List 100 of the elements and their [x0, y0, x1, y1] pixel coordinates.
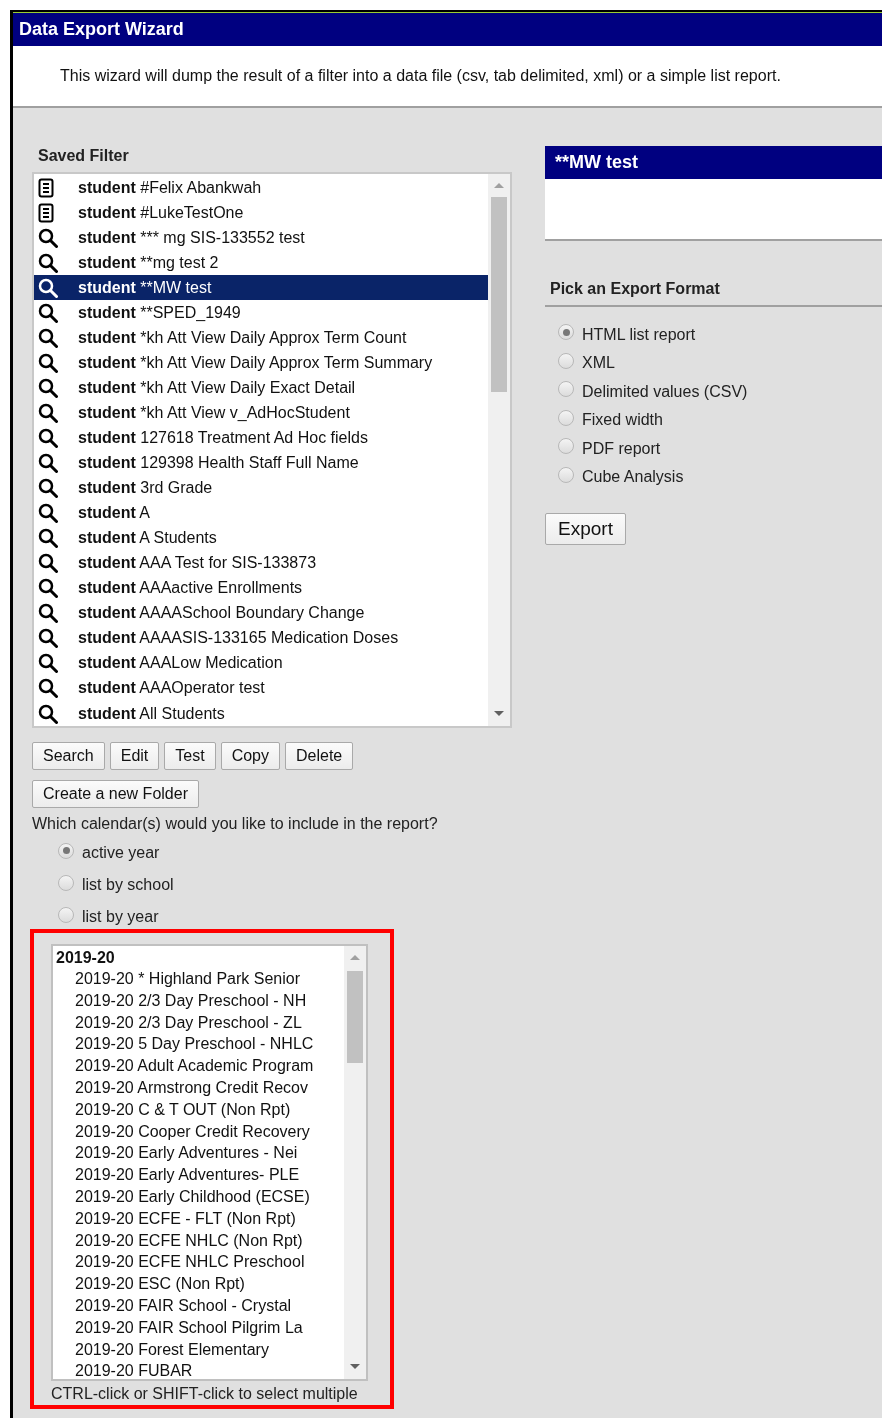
search-icon	[38, 478, 58, 499]
filter-list-item[interactable]: student **MW test	[34, 275, 488, 301]
calendar-option[interactable]: 2019-20 5 Day Preschool - NHLC	[53, 1033, 344, 1056]
scroll-down-icon[interactable]	[349, 1363, 361, 1371]
calendar-group[interactable]: 2019-20	[53, 947, 344, 968]
scroll-up-icon[interactable]	[493, 181, 505, 189]
section-heading: Pick an Export Format	[550, 280, 720, 297]
search-icon	[38, 678, 58, 699]
calendar-option[interactable]: 2019-20 Early Childhood (ECSE)	[53, 1185, 344, 1208]
radio-button[interactable]	[58, 874, 74, 891]
search-icon	[38, 377, 58, 398]
filter-list-item[interactable]: student #LukeTestOne	[34, 200, 488, 226]
radio-button[interactable]	[558, 466, 574, 483]
search-icon	[38, 227, 58, 248]
filter-list[interactable]	[32, 172, 512, 728]
search-icon	[38, 402, 58, 423]
calendar-option[interactable]: 2019-20 2/3 Day Preschool - NH	[53, 989, 344, 1012]
radio-button[interactable]	[558, 324, 574, 340]
filter-list-item[interactable]: student AAALow Medication	[34, 650, 488, 676]
calendar-option[interactable]: 2019-20 Adult Academic Program	[53, 1055, 344, 1077]
filter-list-item[interactable]: student AAAASIS-133165 Medication Doses	[34, 625, 488, 651]
search-icon	[38, 352, 58, 373]
calendar-option[interactable]: 2019-20 FAIR School - Crystal	[53, 1294, 344, 1317]
radio-label: Cube Analysis	[582, 467, 684, 488]
button[interactable]: Delete	[285, 742, 354, 770]
filter-list-item[interactable]: student 129398 Health Staff Full Name	[34, 450, 488, 476]
scrollbar-thumb[interactable]	[347, 971, 363, 1063]
calendar-option[interactable]: 2019-20 FUBAR	[53, 1360, 344, 1379]
radio-label: list by year	[82, 907, 159, 927]
radio-label: XML	[582, 353, 615, 374]
radio-label: HTML list report	[582, 324, 696, 345]
search-icon	[38, 603, 58, 624]
search-icon	[38, 252, 58, 273]
search-icon	[38, 302, 58, 323]
filter-list-item[interactable]: student **SPED_1949	[34, 300, 488, 326]
scrollbar[interactable]	[488, 174, 510, 726]
radio-label: PDF report	[582, 438, 661, 459]
search-icon	[38, 528, 58, 549]
scrollbar[interactable]	[344, 946, 366, 1379]
calendar-option[interactable]: 2019-20 Early Adventures - Nei	[53, 1142, 344, 1165]
search-icon	[38, 703, 58, 724]
calendar-option[interactable]: 2019-20 Forest Elementary	[53, 1338, 344, 1361]
button[interactable]: Create a new Folder	[32, 780, 199, 808]
calendar-option[interactable]: 2019-20 Early Adventures- PLE	[53, 1164, 344, 1186]
filter-list-item[interactable]: student A	[34, 500, 488, 526]
filter-list-item[interactable]: student *kh Att View Daily Approx Term Count	[34, 325, 488, 351]
radio-button[interactable]	[58, 906, 74, 923]
radio-button[interactable]	[558, 381, 574, 398]
calendar-option[interactable]: 2019-20 Cooper Credit Recovery	[53, 1120, 344, 1143]
filter-list-item[interactable]: student *kh Att View v_AdHocStudent	[34, 400, 488, 426]
scrollbar-thumb[interactable]	[491, 197, 507, 392]
search-icon	[38, 503, 58, 524]
filter-list-item[interactable]: student AAAASchool Boundary Change	[34, 600, 488, 626]
button[interactable]: Search	[32, 742, 105, 770]
calendar-option[interactable]: 2019-20 FAIR School Pilgrim La	[53, 1316, 344, 1339]
calendar-option[interactable]: 2019-20 ECFE - FLT (Non Rpt)	[53, 1207, 344, 1230]
filter-list-item[interactable]: student **mg test 2	[34, 250, 488, 276]
scroll-up-icon[interactable]	[349, 953, 361, 961]
calendar-option[interactable]: 2019-20 C & T OUT (Non Rpt)	[53, 1098, 344, 1121]
search-icon	[38, 553, 58, 574]
search-icon	[38, 327, 58, 348]
scroll-down-icon[interactable]	[493, 710, 505, 718]
radio-label: list by school	[82, 875, 174, 895]
filter-list-item[interactable]: student 3rd Grade	[34, 475, 488, 501]
calendar-option[interactable]: 2019-20 ESC (Non Rpt)	[53, 1273, 344, 1295]
search-icon	[38, 277, 58, 298]
radio-button[interactable]	[558, 438, 574, 455]
radio-button[interactable]	[558, 409, 574, 426]
filter-list-item[interactable]: student *** mg SIS-133552 test	[34, 225, 488, 251]
filter-list-item[interactable]: student All Students	[34, 701, 488, 727]
filter-list-item[interactable]: student #Felix Abankwah	[34, 175, 488, 201]
search-icon	[38, 453, 58, 474]
button[interactable]: Edit	[109, 742, 160, 770]
filter-list-item[interactable]: student AAAOperator test	[34, 675, 488, 701]
panel-title: **MW test	[555, 151, 638, 174]
calendar-option[interactable]: 2019-20 ECFE NHLC (Non Rpt)	[53, 1229, 344, 1252]
calendar-option[interactable]: 2019-20 * Highland Park Senior	[53, 968, 344, 990]
hint-text: CTRL-click or SHIFT-click to select multiple	[51, 1384, 359, 1404]
search-icon	[38, 653, 58, 674]
filter-list-item[interactable]: student *kh Att View Daily Exact Detail	[34, 375, 488, 401]
radio-label: Delimited values (CSV)	[582, 381, 748, 402]
window-title: Data Export Wizard	[19, 18, 184, 41]
filter-list-item[interactable]: student *kh Att View Daily Approx Term Summary	[34, 350, 488, 376]
button[interactable]: Copy	[220, 742, 280, 770]
filter-list-item[interactable]: student AAAactive Enrollments	[34, 575, 488, 601]
filter-list-item[interactable]: student 127618 Treatment Ad Hoc fields	[34, 425, 488, 451]
filter-list-item[interactable]: student AAA Test for SIS-133873	[34, 550, 488, 576]
document-icon	[38, 202, 54, 223]
filter-list-item[interactable]: student A Students	[34, 525, 488, 551]
calendar-option[interactable]: 2019-20 ECFE NHLC Preschool	[53, 1251, 344, 1274]
search-icon	[38, 578, 58, 599]
calendar-option[interactable]: 2019-20 Armstrong Credit Recov	[53, 1077, 344, 1099]
button[interactable]: Export	[545, 512, 626, 545]
calendar-option[interactable]: 2019-20 2/3 Day Preschool - ZL	[53, 1011, 344, 1034]
section-label: Saved Filter	[37, 146, 130, 164]
button[interactable]: Test	[164, 742, 216, 770]
radio-button[interactable]	[58, 842, 74, 859]
calendar-question: Which calendar(s) would you like to include in the report?	[32, 814, 439, 832]
calendar-list[interactable]	[51, 944, 368, 1381]
radio-button[interactable]	[558, 352, 574, 369]
